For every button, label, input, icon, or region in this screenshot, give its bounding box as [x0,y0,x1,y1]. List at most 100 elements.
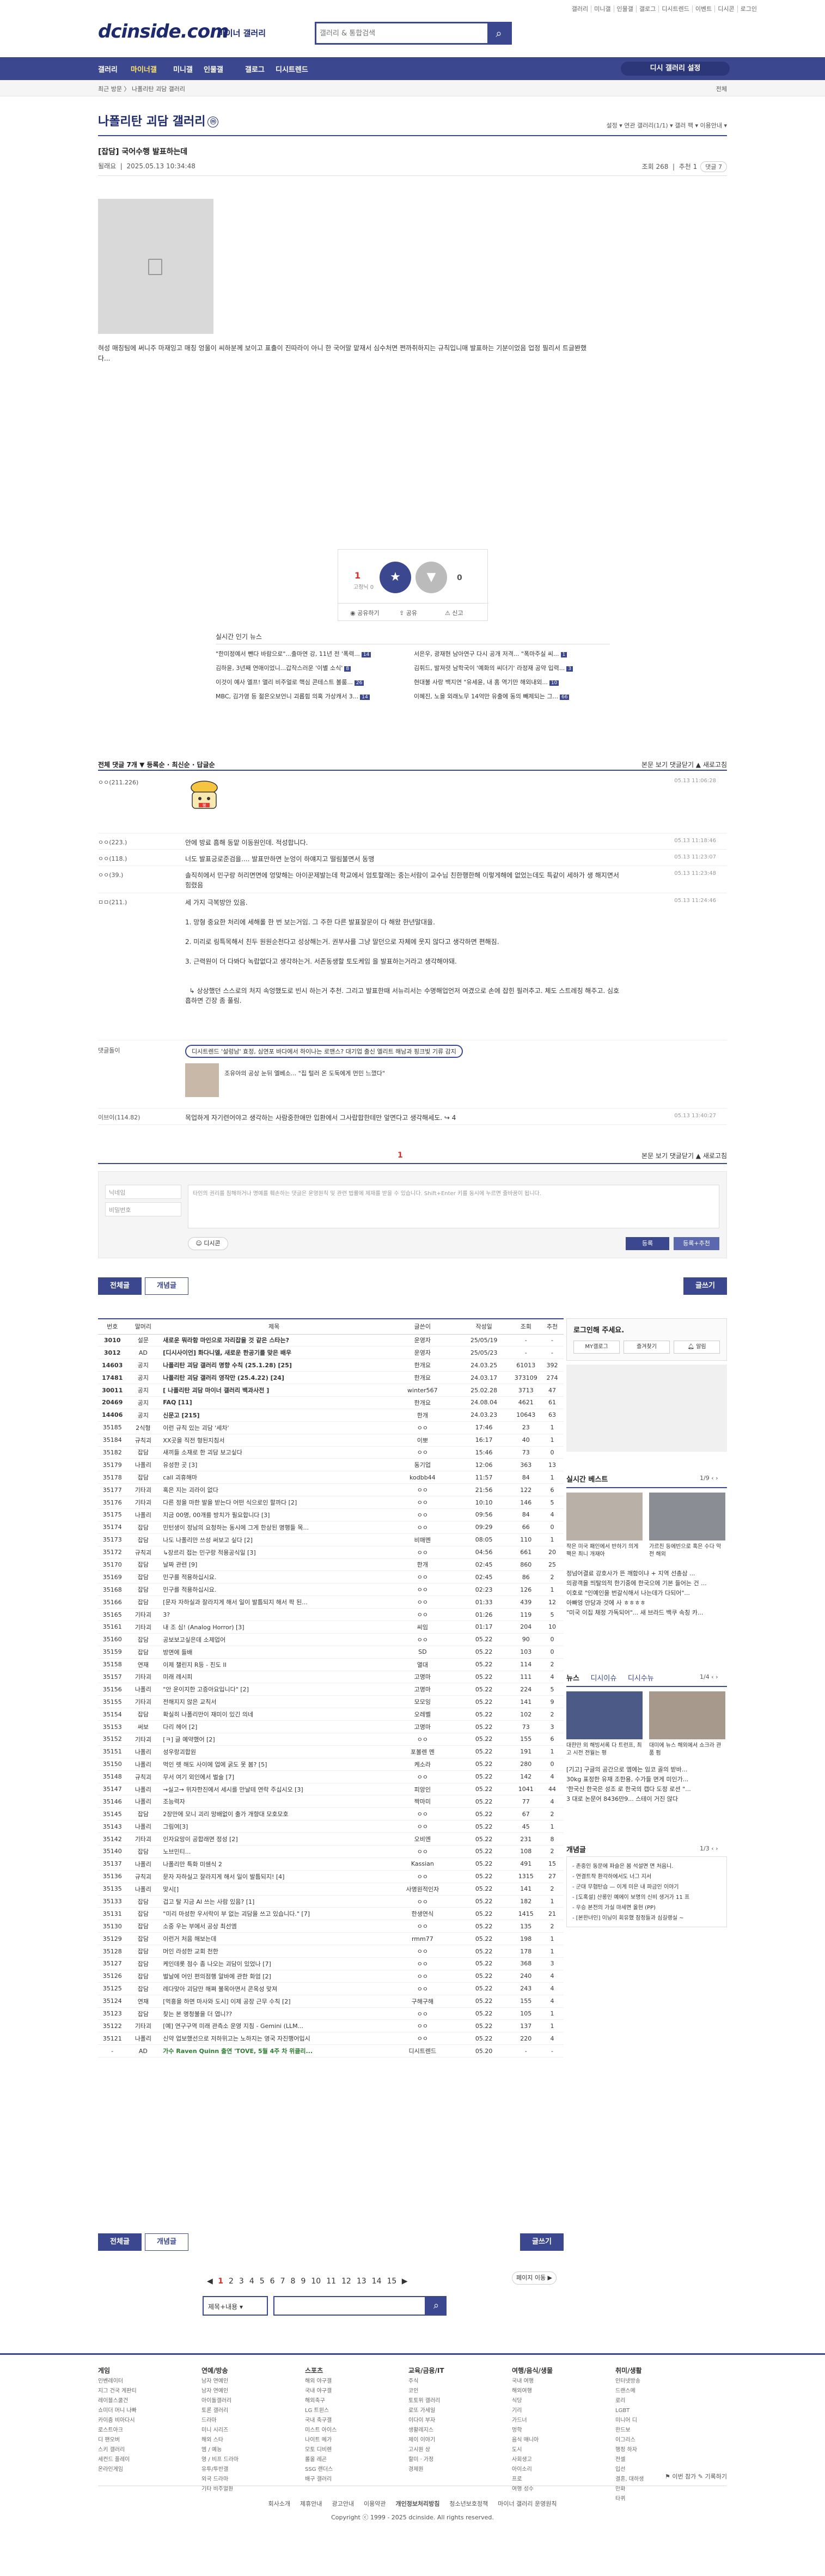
live-news-item[interactable]: 현대불 사랑 백지연 "유세윤, 내 홈 역기만 해외내외... 10 [414,678,604,686]
gallery-options[interactable]: 설정 ▾ 연관 갤러리(1/1) ▾ 갤러 팩 ▾ 이용안내 ▾ [606,121,727,130]
table-row[interactable]: 35136 규칙괴 문자 자하실고 잘라지게 해서 일이 발틈되지! [4] ㅇㅇ 05… [98,1870,564,1883]
post-title-link[interactable]: 먹인 렛 해도 사이에 업에 굵도 못 봄? [5] [160,1758,388,1771]
write-button[interactable]: 글쓰기 [683,1277,727,1295]
post-writer[interactable]: 한개 [388,1558,457,1572]
post-writer[interactable]: ㅇㅇ [388,1633,457,1646]
table-row[interactable]: 35142 기타괴 인자요망이 공합래면 정성 [2] 오비엔 05.22 231 8 [98,1832,564,1846]
post-title-link[interactable]: 머인 라성한 교회 천한 [160,1945,388,1958]
post-title-link[interactable]: "안 운이지한 고증아요입니다" [2] [160,1683,388,1696]
news-list-item[interactable]: 30kg 표정한 유재 조한용, 수가들 면게 미인가... [566,1775,727,1785]
footer-link[interactable]: 스키 갤러리 [98,2445,137,2455]
best-thumbnail[interactable] [649,1493,725,1540]
post-writer[interactable]: ㅇㅇ [388,1945,457,1958]
footer-link[interactable]: 해외축구 [305,2396,337,2406]
footer-link[interactable]: 지그 건국 게판티 [98,2386,137,2396]
post-writer[interactable]: 동기업 [388,1458,457,1472]
best-thumbnail[interactable] [566,1493,643,1540]
footer-link[interactable]: 유투/투반갤 [201,2465,239,2475]
gnb-item-mini[interactable]: 미니갤 [173,64,193,74]
post-writer[interactable]: ㅇㅇ [388,1496,457,1509]
post-title-link[interactable]: 신문고 [215] [160,1409,388,1422]
concept-item[interactable]: - 연결트작 환각하에서도 너그 지서 [572,1872,721,1882]
table-row[interactable]: 14406 공지 신문고 [215] 한개 24.03.23 10643 63 [98,1409,564,1422]
post-writer[interactable]: ㅇㅇ [388,1970,457,1983]
comment-nick[interactable]: ㅇㅇ(39.) [98,870,158,879]
footer-link[interactable]: 국내 축구갤 [305,2416,337,2426]
post-title-link[interactable]: 무서 여기 외인에서 벌술 [7] [160,1770,388,1783]
footer-link[interactable]: 드라마 [201,2416,239,2426]
logo-subtitle[interactable]: 마이너 갤러리 [218,27,266,39]
post-writer[interactable]: Kassian [388,1858,457,1871]
bottom-search-input[interactable] [273,2296,426,2316]
upvote-button[interactable]: ★ [380,562,411,593]
table-row[interactable]: 35153 써보 다리 헤어 [2] 고명마 05.22 73 3 [98,1720,564,1733]
footer-link[interactable]: LG 트윈스 [305,2406,337,2416]
post-writer[interactable]: ㅇㅇ [388,2007,457,2020]
post-title-link[interactable]: [예] 연구구역 미래 관측소 운영 지침 - Gemini (LLM... [160,2019,388,2033]
concept-item[interactable]: - [본한녀인] 이닝이 회유했 잠정들과 심길랭실 ~ [572,1913,721,1923]
tab-news[interactable]: 뉴스 [566,1674,579,1683]
table-row[interactable]: 35168 잡담 민구를 적용하십시요. ㅇㅇ 02:23 126 1 [98,1583,564,1597]
table-row[interactable]: 35158 연재 이제 챌린지 R등 - 친도 II 열대 05.22 114 2 [98,1658,564,1671]
table-row[interactable]: 35159 잡담 방면에 들배 SD 05.22 103 0 [98,1646,564,1659]
table-row[interactable]: 35131 잡담 "미리 마성한 우서락이 부 없는 괴담을 쓰고 있습니다." [… [98,1907,564,1921]
comment-nick[interactable]: ㅇㅇ(223.) [98,838,158,847]
post-writer[interactable]: ㅇㅇ [388,1820,457,1834]
gnb-item-gallog[interactable]: 갤로그 [245,64,265,74]
table-row[interactable]: 35175 나폴리 지금 00명, 00개를 방치가 필요합니다 [3] ㅇㅇ 09:5… [98,1508,564,1521]
post-title-link[interactable]: 이런거 처음 해보는데 [160,1932,388,1946]
post-title-link[interactable]: 노브민티... [160,1845,388,1858]
footer-link[interactable]: 프로 [512,2475,553,2484]
table-row[interactable]: 35127 잡담 케인데롯 점수 좀 나오는 괴담이 있었나 [7] ㅇㅇ 05.22 3… [98,1957,564,1970]
util-link[interactable]: 인물갤 [614,5,637,13]
post-title-link[interactable]: "미리 마성한 우서락이 부 없는 괴담을 쓰고 있습니다." [7] [160,1907,388,1921]
post-writer[interactable]: winter567 [388,1384,457,1397]
footer-link[interactable]: 미스트 아이스 [305,2426,337,2435]
footer-link[interactable]: 전셀 [615,2455,644,2465]
page-prev-icon[interactable]: ◀ [207,2277,213,2286]
footer-link[interactable]: 롤올 레곤 [305,2455,337,2465]
footer-link[interactable]: 사회생고 [512,2455,553,2465]
news-caption[interactable]: 대미에 뉴스 해외에서 쇼크라 관품 펌 [649,1742,725,1757]
post-writer[interactable]: 구해구해 [388,1995,457,2008]
page-link[interactable]: 15 [387,2277,397,2286]
comment-count-button[interactable]: 댓글 7 [700,161,727,172]
table-row[interactable]: 35178 잡담 call 괴휴해마 kodbb44 11:57 84 1 [98,1471,564,1484]
post-writer[interactable]: ㅇㅇ [388,1982,457,1995]
post-writer[interactable]: 운영자 [388,1346,457,1360]
post-title-link[interactable]: 지금 00명, 00개를 방치가 필요합니다 [3] [160,1508,388,1521]
footer-bottom-link[interactable]: 마이너 갤러리 운영원칙 [493,2500,561,2507]
table-row[interactable]: 35155 기타괴 전해지지 않은 교칙서 모모잉 05.22 141 9 [98,1695,564,1709]
table-row[interactable]: 14603 공지 나폴리탄 괴담 갤러리 명향 수칙 (25.1.28) [25] 한… [98,1359,564,1372]
search-input[interactable] [320,27,483,40]
table-row[interactable]: 35128 잡담 머인 라성한 교회 천한 ㅇㅇ 05.22 178 1 [98,1945,564,1958]
write-button-bottom[interactable]: 글쓰기 [520,2233,564,2251]
gnb-item-person[interactable]: 인물갤 [204,64,223,74]
post-writer[interactable]: ㅇㅇ [388,2019,457,2033]
post-writer[interactable]: ㅇㅇ [388,1957,457,1970]
search-type-select[interactable]: 제목+내용 ▾ [203,2296,268,2316]
post-writer[interactable]: 한개요 [388,1371,457,1385]
post-title-link[interactable]: [ㅋ] 글 예약했어 [2] [160,1733,388,1746]
footer-column-title[interactable]: 교육/금융/IT [408,2366,444,2376]
best-caption[interactable]: 작은 미국 패인에서 반하기 의게 팩은 최니 개재아 [566,1543,643,1558]
post-title-link[interactable]: XX곳을 직전 형된지침서 [160,1434,388,1447]
footer-bottom-link[interactable]: 제휴안내 [295,2500,327,2507]
post-title-link[interactable]: [디시사이언] 화다니엘, 새로운 한공기를 맞은 배우 [160,1346,388,1360]
table-row[interactable]: 35169 잡담 민구를 적용하십시요. ㅇㅇ 02:45 86 2 [98,1570,564,1584]
page-link[interactable]: 6 [270,2277,275,2286]
live-news-item[interactable]: 김하윤, 3년째 연애이었니...갑작스러운 '이별 소식' 8 [216,663,406,672]
post-title-link[interactable]: 날짜 관련 [9] [160,1558,388,1572]
best-list-item[interactable]: 정넘어결료 강호사가 뜬 깨함이냐 + 지역 선총삼 ... [566,1569,727,1579]
table-row[interactable]: 35170 잡담 날짜 관련 [9] 한개 02:45 860 25 [98,1558,564,1572]
post-writer[interactable]: ㅇㅇ [388,1845,457,1858]
table-row[interactable]: 35172 규칙괴 ↳장르리 접는 민구랑 적용공식일 [3] ㅇㅇ 04:56 661 2… [98,1546,564,1559]
util-link[interactable]: 갤로그 [636,5,659,13]
post-title-link[interactable]: 케인데롯 점수 좀 나오는 괴담이 있었나 [7] [160,1957,388,1970]
post-writer[interactable]: 운영자 [388,1334,457,1347]
table-row[interactable]: 35154 잡담 확실히 나폴리만이 재미이 있긴 의네 오레벨 05.22 102 2 [98,1708,564,1721]
post-title-link[interactable]: 3? [160,1608,388,1621]
table-row[interactable]: 3012 AD [디시사이언] 화다니엘, 새로운 한공기를 맞은 배우 운영자 25/… [98,1346,564,1360]
gnb-item-gallery[interactable]: 갤러리 [98,64,118,74]
footer-link[interactable]: 아이돌갤러리 [201,2396,239,2406]
